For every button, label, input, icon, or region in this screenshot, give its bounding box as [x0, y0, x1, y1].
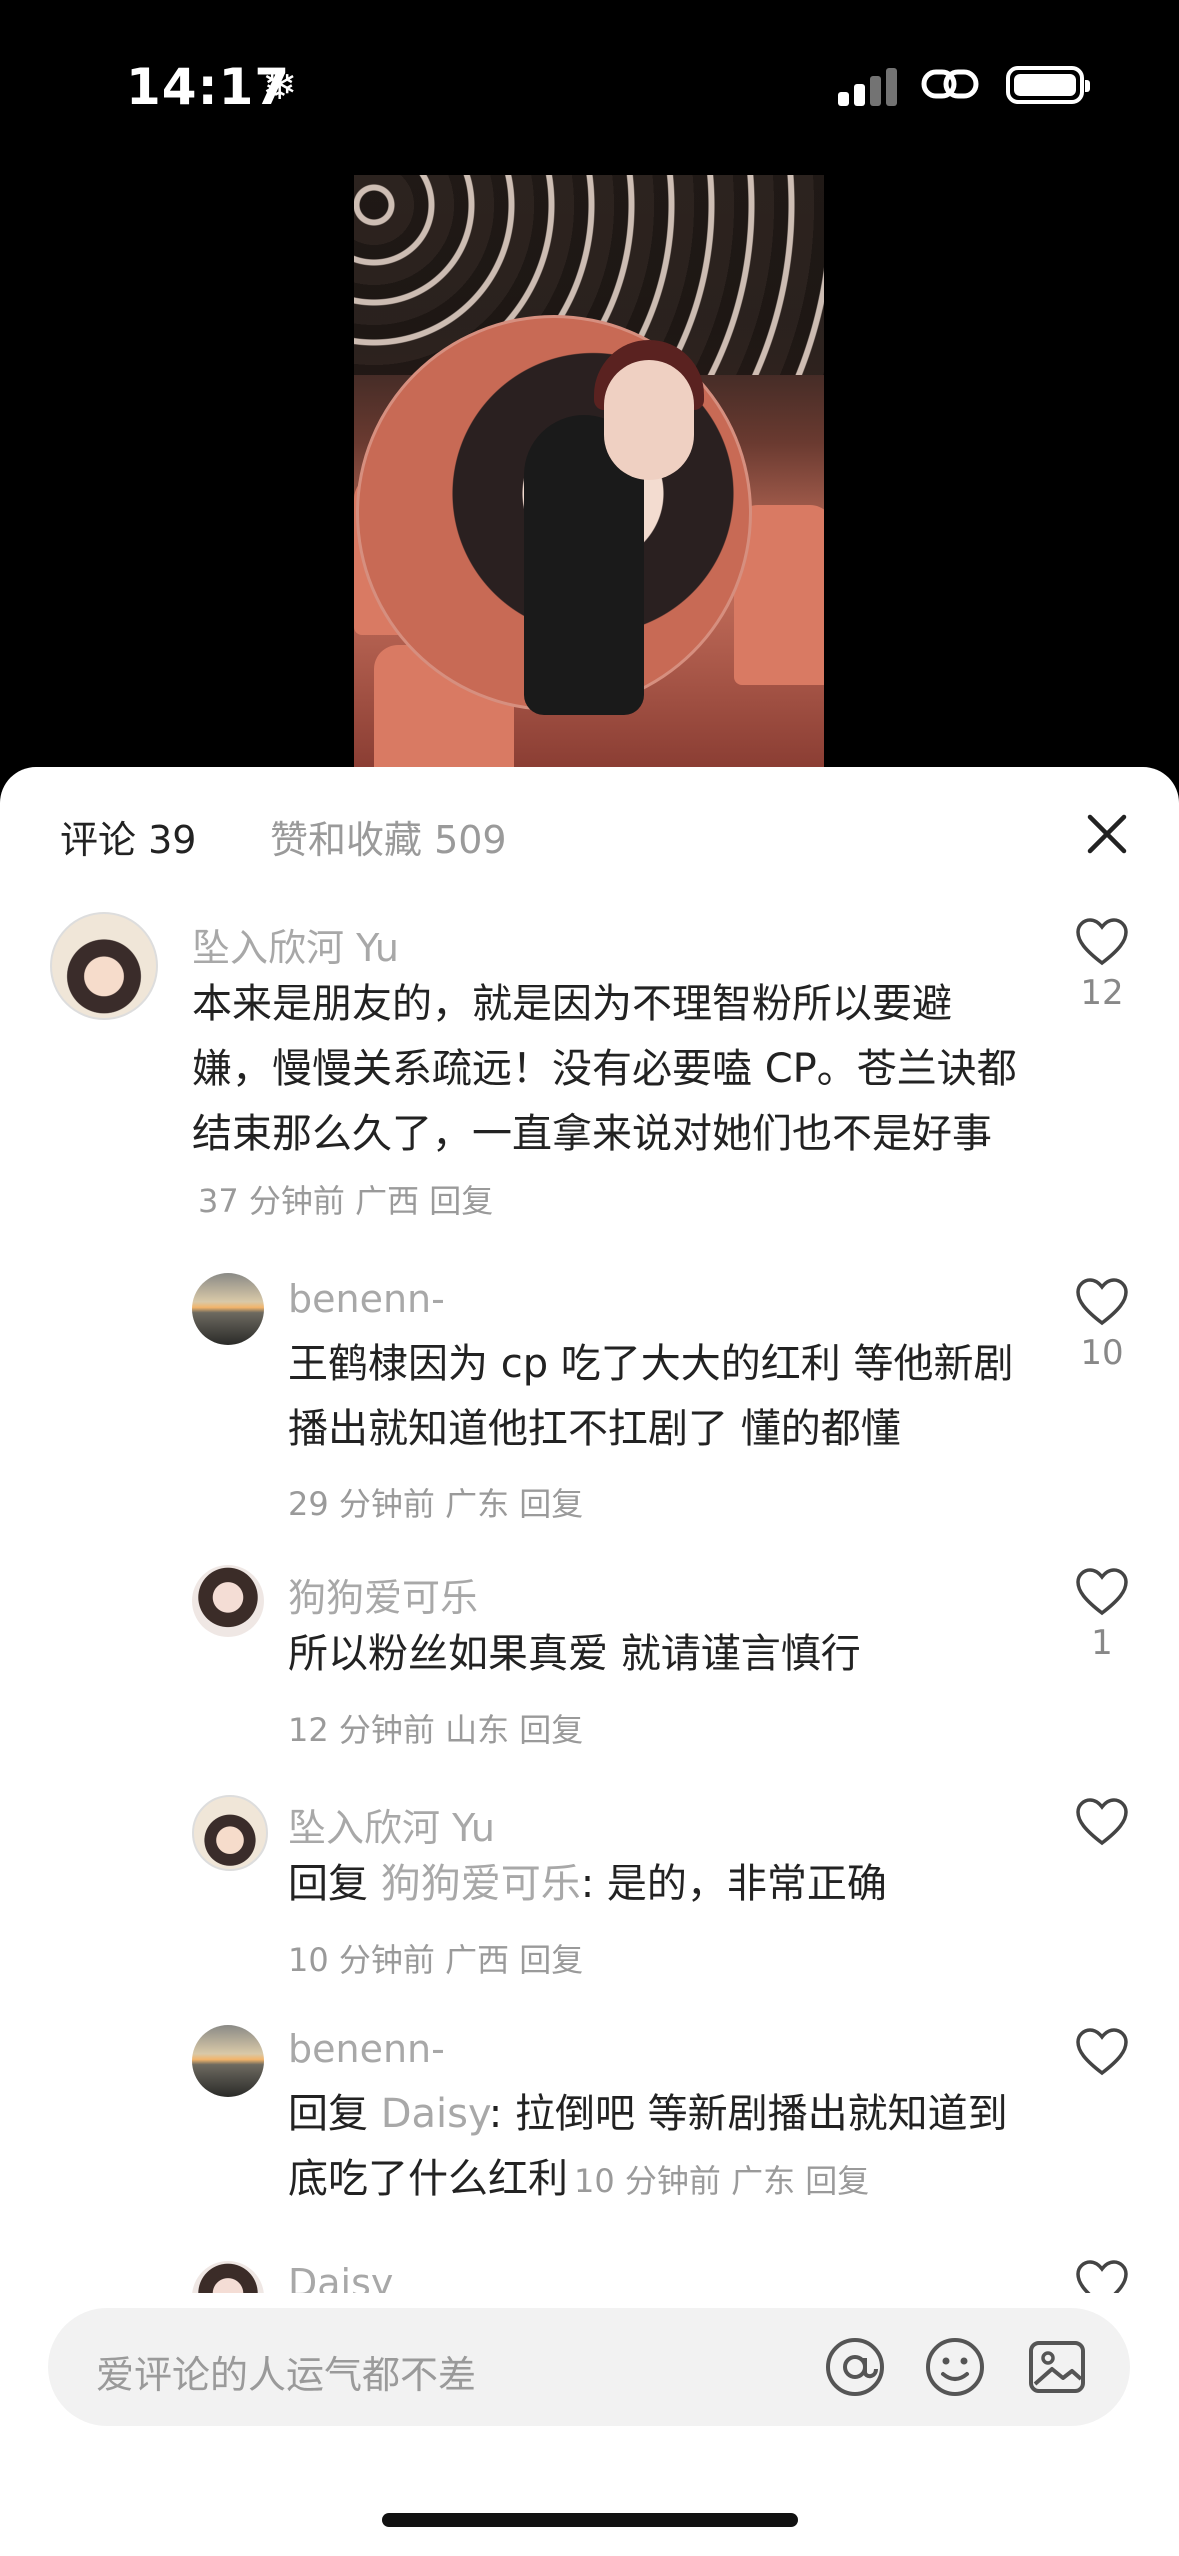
comment-text: 所以粉丝如果真爱 就请谨言慎行 [288, 1631, 861, 1677]
heart-icon [1076, 2260, 1128, 2293]
avatar[interactable] [50, 912, 158, 1020]
comment-input-placeholder[interactable]: 爱评论的人运气都不差 [96, 2344, 476, 2399]
image-icon[interactable] [1026, 2336, 1088, 2398]
heart-icon [1076, 1278, 1128, 1326]
like-count: 10 [1080, 1333, 1124, 1373]
heart-icon [1076, 2028, 1128, 2076]
comment-input[interactable]: 爱评论的人运气都不差 [48, 2308, 1130, 2426]
mention-icon[interactable] [824, 2336, 886, 2398]
like-count: 12 [1080, 973, 1124, 1013]
comment-username[interactable]: Daisy [288, 2261, 393, 2293]
comment-text: 本来是朋友的，就是因为不理智粉所以要避嫌，慢慢关系疏远！没有必要嗑 CP。苍兰诀… [192, 981, 1017, 1220]
snowflake-icon: ❄ [262, 60, 298, 109]
emoji-icon[interactable] [924, 2336, 986, 2398]
comment-username[interactable]: benenn- [288, 2027, 445, 2071]
like-count: 1 [1091, 1623, 1113, 1663]
avatar[interactable] [192, 1273, 264, 1345]
home-indicator[interactable] [382, 2513, 798, 2527]
avatar[interactable] [192, 1565, 264, 1637]
comment-username[interactable]: 狗狗爱可乐 [288, 1567, 478, 1622]
reply-target: Daisy [380, 2091, 489, 2137]
tab-likes-favorites[interactable]: 赞和收藏 509 [270, 809, 507, 864]
hotspot-link-icon [921, 69, 979, 99]
like-button[interactable] [1072, 2259, 1132, 2293]
comment-meta: 29 分钟前 广东 回复 [288, 1485, 584, 1523]
like-button[interactable]: 12 [1072, 917, 1132, 1013]
comment-meta: 37 分钟前 广西 回复 [198, 1182, 494, 1220]
avatar[interactable] [192, 1795, 268, 1871]
like-button[interactable] [1072, 2027, 1132, 2081]
comment-meta: 12 分钟前 山东 回复 [288, 1711, 584, 1749]
sheet-tabs: 评论 39 赞和收藏 509 [60, 809, 507, 864]
avatar[interactable] [192, 2261, 264, 2293]
heart-icon [1076, 1568, 1128, 1616]
heart-icon [1076, 1798, 1128, 1846]
comment-meta: 10 分钟前 广西 回复 [288, 1941, 584, 1979]
avatar[interactable] [192, 2025, 264, 2097]
battery-icon [1006, 66, 1090, 104]
comment-username[interactable]: 坠入欣河 Yu [192, 917, 399, 972]
reply-target: 狗狗爱可乐 [380, 1861, 581, 1907]
comment-username[interactable]: benenn- [288, 1277, 445, 1321]
comment-text: 回复 Daisy: 拉倒吧 等新剧播出就知道到底吃了什么红利 10 分钟前 广东 … [288, 2091, 1008, 2202]
comment-sheet: 评论 39 赞和收藏 509 坠入欣河 Yu 本来是朋友的，就是因为不理智粉所以… [0, 767, 1179, 2556]
tab-comments[interactable]: 评论 39 [60, 818, 196, 862]
comment-text: 回复 狗狗爱可乐: 是的，非常正确 [288, 1861, 887, 1907]
comment-username[interactable]: 坠入欣河 Yu [288, 1797, 495, 1852]
comment-meta: 10 分钟前 广东 回复 [574, 2162, 870, 2200]
like-button[interactable] [1072, 1797, 1132, 1851]
like-button[interactable]: 1 [1072, 1567, 1132, 1663]
comment-text: 王鹤棣因为 cp 吃了大大的红利 等他新剧播出就知道他扛不扛剧了 懂的都懂 [288, 1341, 1014, 1452]
heart-icon [1076, 918, 1128, 966]
status-bar: 14:17 ❄ [0, 0, 1179, 170]
close-icon[interactable] [1082, 809, 1132, 859]
cellular-signal-icon [838, 66, 900, 106]
video-preview[interactable] [354, 175, 824, 770]
clipped-comment: Daisy [0, 2247, 1179, 2293]
like-button[interactable]: 10 [1072, 1277, 1132, 1373]
